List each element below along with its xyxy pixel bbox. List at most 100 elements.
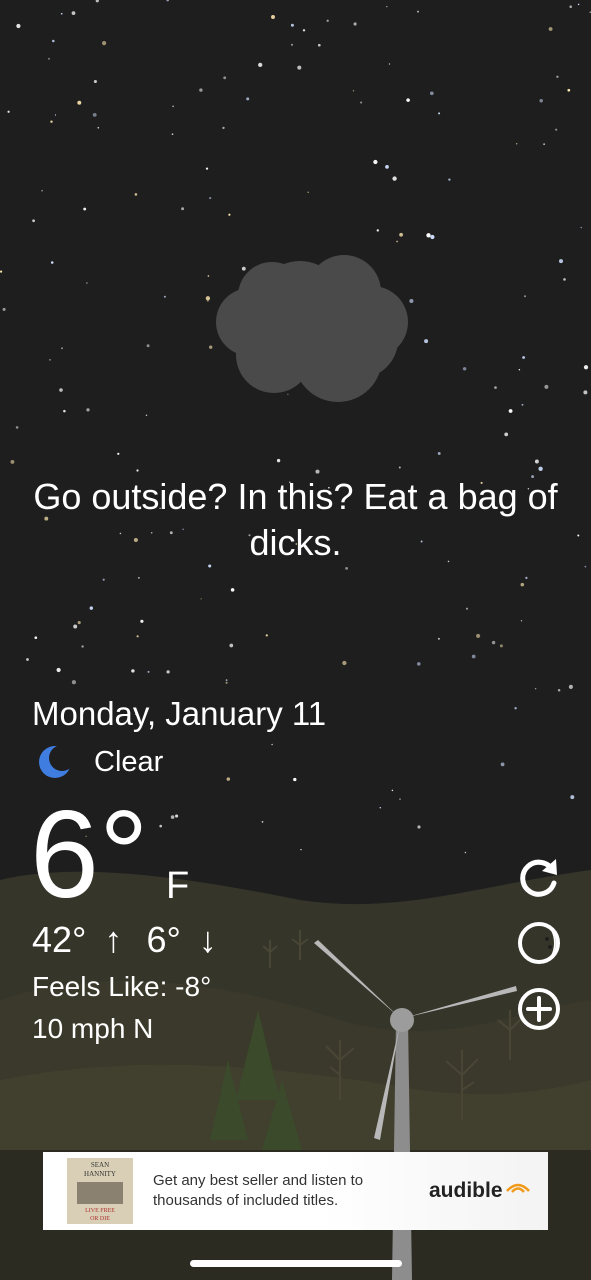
star — [276, 458, 281, 463]
star — [138, 577, 140, 579]
star — [398, 466, 401, 469]
weather-screen: Go outside? In this? Eat a bag of dicks.… — [0, 0, 591, 1280]
star — [426, 233, 431, 238]
audible-wave-icon — [505, 1183, 530, 1193]
star — [396, 240, 398, 243]
star — [520, 620, 523, 622]
temperature-unit: F — [166, 865, 190, 907]
star — [568, 684, 573, 689]
star — [205, 296, 211, 301]
star — [175, 814, 179, 818]
star — [34, 636, 38, 640]
svg-text:SEAN: SEAN — [91, 1161, 109, 1169]
star — [258, 62, 263, 68]
star — [429, 91, 434, 96]
star — [59, 388, 63, 392]
star — [548, 27, 553, 31]
wind-speed: 10 mph N — [32, 1013, 154, 1044]
star — [521, 403, 524, 406]
star — [225, 681, 228, 684]
star — [524, 295, 526, 298]
star — [417, 662, 421, 666]
star — [583, 365, 589, 370]
star — [534, 687, 537, 690]
star — [159, 824, 163, 828]
star — [207, 300, 209, 302]
star — [584, 565, 587, 568]
star — [0, 270, 3, 273]
star — [326, 19, 329, 22]
star — [569, 5, 572, 8]
star — [534, 459, 539, 464]
star — [146, 344, 150, 348]
star — [302, 29, 306, 32]
current-date: Monday, January 11 — [32, 695, 327, 732]
star — [2, 307, 6, 311]
star — [293, 777, 297, 782]
refresh-button[interactable] — [516, 855, 562, 901]
star — [97, 126, 100, 129]
current-temperature: 6° — [30, 786, 149, 924]
star — [516, 143, 518, 145]
star — [209, 197, 212, 200]
star — [136, 469, 139, 472]
star — [226, 777, 231, 781]
star — [209, 345, 213, 349]
star — [86, 282, 88, 284]
feels-like: Feels Like: -8° — [32, 971, 212, 1002]
star — [166, 670, 170, 674]
ad-copy: Get any best seller and listen to thousa… — [153, 1172, 364, 1209]
star — [230, 588, 235, 592]
star — [228, 213, 231, 216]
star — [77, 621, 81, 625]
star — [386, 5, 388, 8]
ad-banner[interactable]: SEAN HANNITY LIVE FREE OR DIE Get any be… — [43, 1152, 548, 1230]
star — [520, 582, 525, 587]
star — [417, 10, 419, 13]
star — [145, 414, 148, 417]
star — [539, 99, 543, 103]
star — [49, 359, 51, 361]
theme-toggle-button[interactable] — [516, 920, 562, 966]
star — [92, 112, 97, 117]
star — [241, 266, 246, 271]
star — [307, 191, 309, 193]
star — [290, 23, 294, 27]
scenic-background — [0, 0, 591, 1280]
star — [567, 88, 571, 92]
star — [376, 229, 379, 232]
svg-text:OR DIE: OR DIE — [90, 1216, 110, 1222]
star — [170, 815, 175, 819]
star — [261, 821, 264, 823]
star — [399, 798, 401, 801]
star — [26, 658, 29, 661]
audible-logo: audible — [429, 1179, 531, 1203]
star — [131, 669, 135, 673]
star — [223, 76, 227, 80]
star — [464, 851, 467, 854]
home-indicator[interactable] — [190, 1260, 402, 1267]
star — [89, 606, 94, 610]
star — [199, 88, 203, 92]
star — [102, 41, 107, 46]
star — [522, 356, 525, 359]
star — [200, 598, 202, 600]
star — [409, 298, 414, 304]
star — [558, 259, 564, 264]
star — [315, 469, 320, 474]
star — [462, 367, 467, 371]
star — [147, 670, 150, 673]
high-temp: 42° — [32, 919, 87, 960]
star — [360, 101, 363, 104]
star — [95, 0, 99, 3]
star — [271, 15, 275, 19]
star — [424, 339, 429, 344]
star — [56, 667, 61, 673]
star — [580, 226, 582, 229]
star — [172, 105, 174, 108]
star — [300, 848, 302, 851]
star — [514, 706, 517, 710]
star — [93, 79, 97, 84]
add-location-button[interactable] — [516, 986, 562, 1032]
star — [181, 207, 185, 211]
